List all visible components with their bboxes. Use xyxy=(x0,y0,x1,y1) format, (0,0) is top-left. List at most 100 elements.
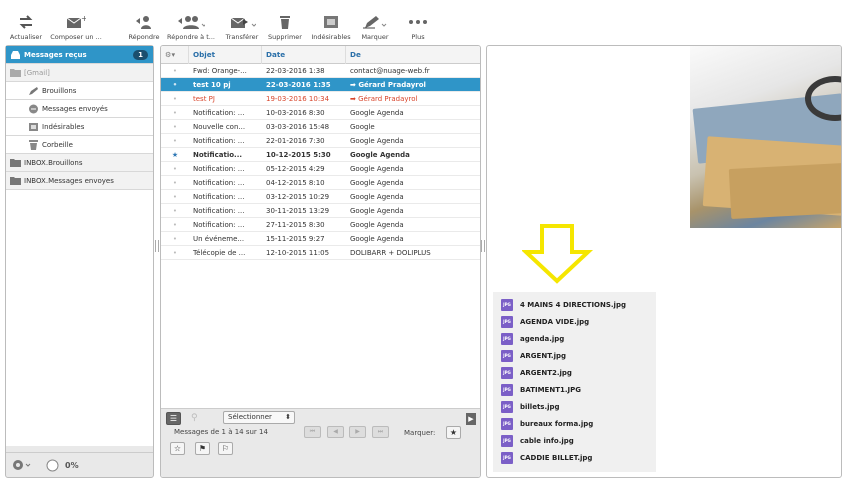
table-row[interactable]: • Notification: ... 03-12-2015 10:29 Google… xyxy=(161,190,480,204)
status-dot-icon: • xyxy=(172,108,178,117)
inbox-icon xyxy=(6,50,24,60)
refresh-icon xyxy=(6,13,46,31)
folder-inbox-sent[interactable]: INBOX.Messages envoyes xyxy=(6,172,153,190)
expand-right-icon[interactable]: ▶ xyxy=(466,413,476,425)
last-page-button[interactable]: ⏭ xyxy=(372,426,389,438)
jpg-file-icon: JPG xyxy=(501,451,513,464)
message-list-header: ⚙▾ Objet Date De xyxy=(161,46,480,64)
table-row[interactable]: • test 10 pj 22-03-2016 1:35 ➡ Gérard Prada… xyxy=(161,78,480,92)
table-row[interactable]: • Notification: ... 22-01-2016 7:30 Google … xyxy=(161,134,480,148)
settings-icon[interactable] xyxy=(12,459,32,471)
more-dots-icon xyxy=(400,13,436,31)
folder-drafts[interactable]: Brouillons xyxy=(6,82,153,100)
status-dot-icon: • xyxy=(172,136,178,145)
attachment-item[interactable]: JPG ARGENT2.jpg xyxy=(493,364,656,381)
pencil-icon xyxy=(24,86,42,96)
status-dot-icon: • xyxy=(172,178,178,187)
star-icon[interactable]: ★ xyxy=(161,148,189,161)
filter-starred-button[interactable]: ☆ xyxy=(170,442,185,455)
select-dropdown[interactable]: Sélectionner ⬍ xyxy=(223,411,295,424)
star-icon: ★ xyxy=(449,428,458,437)
message-list-pane: ⚙▾ Objet Date De • Fwd: Orange-... 22-03-2… xyxy=(160,45,481,478)
list-options-icon[interactable]: ⚙▾ xyxy=(161,46,189,64)
table-row[interactable]: • Fwd: Orange-... 22-03-2016 1:38 contact@n… xyxy=(161,64,480,78)
table-row[interactable]: • Télécopie de ... 12-10-2015 11:05 DOLIBAR… xyxy=(161,246,480,260)
mark-button[interactable]: Marquer xyxy=(357,13,393,43)
attachment-item[interactable]: JPG cable info.jpg xyxy=(493,432,656,449)
folder-trash[interactable]: Corbeille xyxy=(6,136,153,154)
folder-sent[interactable]: Messages envoyés xyxy=(6,100,153,118)
stepper-icon: ⬍ xyxy=(285,413,291,421)
attachment-item[interactable]: JPG 4 MAINS 4 DIRECTIONS.jpg xyxy=(493,296,656,313)
table-row[interactable]: • Notification: ... 30-11-2015 13:29 Google… xyxy=(161,204,480,218)
reply-all-icon xyxy=(166,13,216,31)
table-row[interactable]: • Notification: ... 04-12-2015 8:10 Google … xyxy=(161,176,480,190)
table-row[interactable]: • Notification: ... 10-03-2016 8:30 Google … xyxy=(161,106,480,120)
jpg-file-icon: JPG xyxy=(501,383,513,396)
folder-gmail[interactable]: [Gmail] xyxy=(6,64,153,82)
svg-text:+: + xyxy=(81,15,86,23)
left-splitter[interactable] xyxy=(155,240,159,252)
forward-icon xyxy=(222,13,262,31)
sent-icon xyxy=(24,104,42,114)
forward-button[interactable]: Transférer xyxy=(222,13,262,43)
jpg-file-icon: JPG xyxy=(501,417,513,430)
attachment-list: JPG 4 MAINS 4 DIRECTIONS.jpg JPG AGENDA VI… xyxy=(493,292,656,472)
table-row[interactable]: ★ Notificatio... 10-12-2015 5:30 Google Age… xyxy=(161,148,480,162)
message-count: Messages de 1 à 14 sur 14 xyxy=(174,428,268,436)
folder-icon xyxy=(6,158,24,167)
message-rows: • Fwd: Orange-... 22-03-2016 1:38 contact@n… xyxy=(161,64,480,260)
folder-junk[interactable]: Indésirables xyxy=(6,118,153,136)
column-subject[interactable]: Objet xyxy=(189,46,262,64)
flag-icon: ⚑ xyxy=(198,444,207,453)
list-menu-button[interactable]: ☰ xyxy=(166,412,181,425)
attachment-item[interactable]: JPG AGENDA VIDE.jpg xyxy=(493,313,656,330)
attachment-item[interactable]: JPG CADDIE BILLET.jpg xyxy=(493,449,656,466)
delete-button[interactable]: Supprimer xyxy=(265,13,305,43)
preview-pane: JPG 4 MAINS 4 DIRECTIONS.jpg JPG AGENDA VI… xyxy=(486,45,842,478)
next-page-button[interactable]: ▶ xyxy=(349,426,366,438)
status-dot-icon: • xyxy=(172,66,178,75)
attachment-item[interactable]: JPG billets.jpg xyxy=(493,398,656,415)
table-row[interactable]: • Un événeme... 15-11-2015 9:27 Google Agen… xyxy=(161,232,480,246)
jpg-file-icon: JPG xyxy=(501,298,513,311)
star-outline-icon: ☆ xyxy=(173,444,182,453)
threads-icon[interactable]: ⚲ xyxy=(191,413,198,423)
status-dot-icon: • xyxy=(172,234,178,243)
table-row[interactable]: • test PJ 19-03-2016 10:34 ➡ Gérard Pradayr… xyxy=(161,92,480,106)
filter-flag-button[interactable]: ⚑ xyxy=(195,442,210,455)
attachment-item[interactable]: JPG BATIMENT1.JPG xyxy=(493,381,656,398)
compose-button[interactable]: + Composer un ... xyxy=(50,13,102,43)
status-dot-icon: • xyxy=(172,80,178,89)
mark-label: Marquer: xyxy=(404,429,436,437)
folder-inbox-drafts[interactable]: INBOX.Brouillons xyxy=(6,154,153,172)
banknotes-photo xyxy=(690,46,841,228)
more-button[interactable]: Plus xyxy=(400,13,436,43)
trash-icon xyxy=(265,13,305,31)
attachment-item[interactable]: JPG bureaux forma.jpg xyxy=(493,415,656,432)
prev-page-button[interactable]: ◀ xyxy=(327,426,344,438)
status-dot-icon: • xyxy=(172,220,178,229)
folder-inbox[interactable]: Messages reçus 1 xyxy=(6,46,153,64)
column-date[interactable]: Date xyxy=(262,46,346,64)
jpg-file-icon: JPG xyxy=(501,315,513,328)
attachment-item[interactable]: JPG ARGENT.jpg xyxy=(493,347,656,364)
table-row[interactable]: • Notification: ... 05-12-2015 4:29 Google … xyxy=(161,162,480,176)
table-row[interactable]: • Notification: ... 27-11-2015 8:30 Google … xyxy=(161,218,480,232)
reply-button[interactable]: Répondre xyxy=(127,13,161,43)
status-dot-icon: • xyxy=(172,122,178,131)
refresh-button[interactable]: Actualiser xyxy=(6,13,46,43)
table-row[interactable]: • Nouvelle con... 03-03-2016 15:48 Google xyxy=(161,120,480,134)
folder-icon xyxy=(6,176,24,185)
junk-icon xyxy=(24,122,42,132)
column-from[interactable]: De xyxy=(346,46,480,64)
first-page-button[interactable]: ⏮ xyxy=(304,426,321,438)
junk-button[interactable]: Indésirables xyxy=(310,13,352,43)
mark-star-button[interactable]: ★ xyxy=(446,426,461,439)
attachment-item[interactable]: JPG agenda.jpg xyxy=(493,330,656,347)
reply-all-button[interactable]: Répondre à t... xyxy=(166,13,216,43)
list-icon: ☰ xyxy=(169,414,178,423)
right-splitter[interactable] xyxy=(481,240,485,252)
filter-unflag-button[interactable]: ⚐ xyxy=(218,442,233,455)
folder-list: Messages reçus 1 [Gmail] Brouillons Mess… xyxy=(6,46,153,446)
